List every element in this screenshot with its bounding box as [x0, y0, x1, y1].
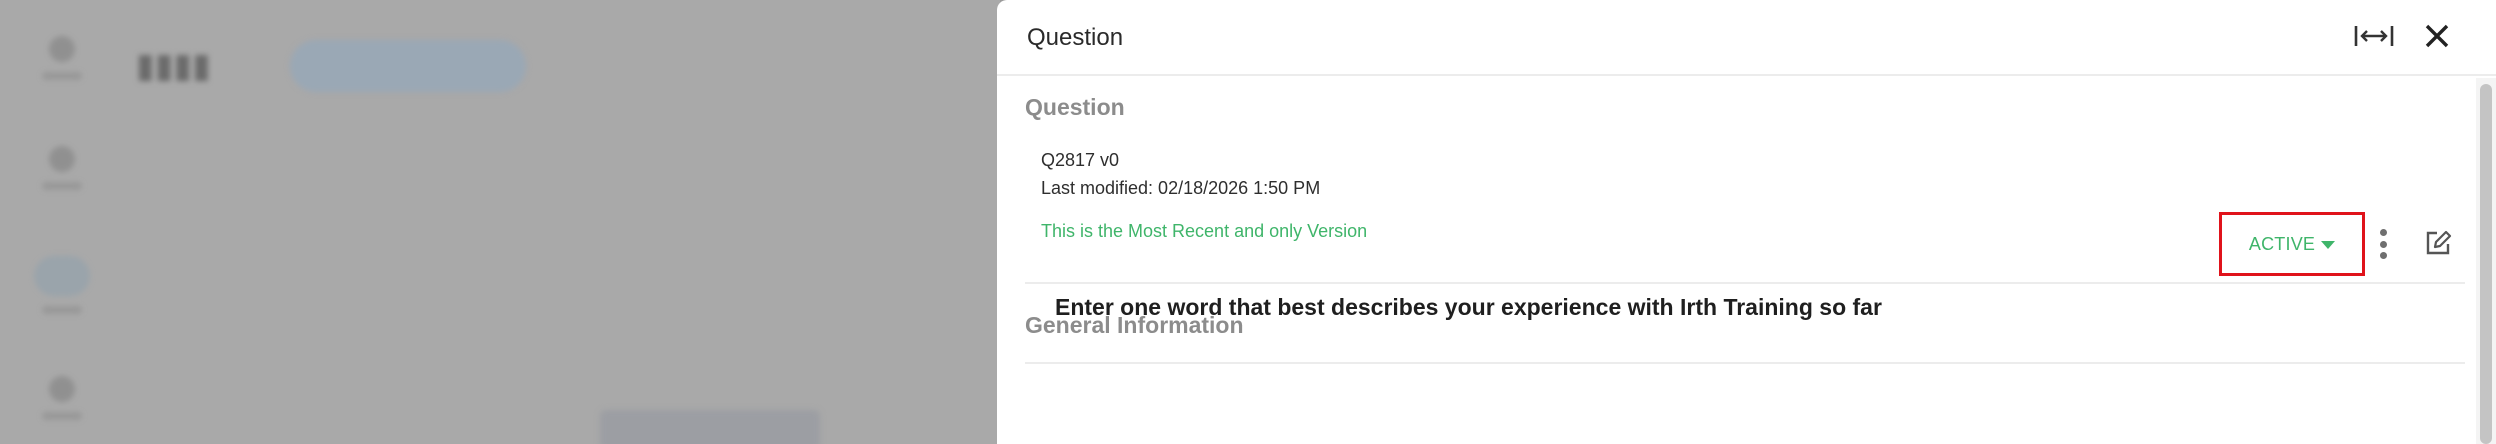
question-drawer: Question Question Q2817 v0 Last modified… — [997, 0, 2496, 444]
section-divider — [1025, 282, 2465, 284]
expand-horizontal-icon — [2354, 23, 2394, 54]
background-chip — [290, 40, 526, 92]
last-modified-text: Last modified: 02/18/2026 1:50 PM — [1041, 178, 1321, 198]
background-rail-item — [40, 376, 84, 436]
background-bottom-chip — [600, 410, 820, 444]
question-text: Enter one word that best describes your … — [1055, 294, 1882, 320]
status-value: ACTIVE — [2248, 233, 2316, 254]
kebab-dot — [2379, 252, 2387, 259]
background-rail-item-active — [34, 256, 90, 316]
drawer-title: Question — [1027, 24, 1124, 51]
scrollbar-thumb[interactable] — [2480, 84, 2492, 444]
close-icon — [2424, 23, 2450, 54]
background-nav-rail — [0, 0, 120, 444]
question-section-heading: Question — [1025, 94, 1125, 120]
drawer-header: Question — [997, 0, 2496, 76]
edit-icon — [2423, 230, 2453, 262]
section-divider — [1025, 362, 2465, 364]
kebab-menu-icon — [2379, 229, 2387, 236]
caret-down-icon — [2321, 241, 2336, 249]
background-page-title: ▮▮▮▮ — [136, 47, 211, 85]
question-id-version: Q2817 v0 — [1041, 150, 1120, 170]
background-app-overlay: ▮▮▮▮ — [0, 0, 1000, 444]
close-button[interactable] — [2415, 18, 2459, 58]
more-options-button[interactable] — [2374, 226, 2392, 262]
edit-button[interactable] — [2423, 228, 2453, 258]
status-dropdown[interactable]: ACTIVE — [2219, 212, 2365, 276]
version-note: This is the Most Recent and only Version — [1041, 221, 1368, 241]
background-rail-item — [40, 146, 84, 206]
background-rail-item — [40, 36, 84, 96]
kebab-dot — [2379, 240, 2387, 248]
expand-button[interactable] — [2352, 18, 2396, 58]
